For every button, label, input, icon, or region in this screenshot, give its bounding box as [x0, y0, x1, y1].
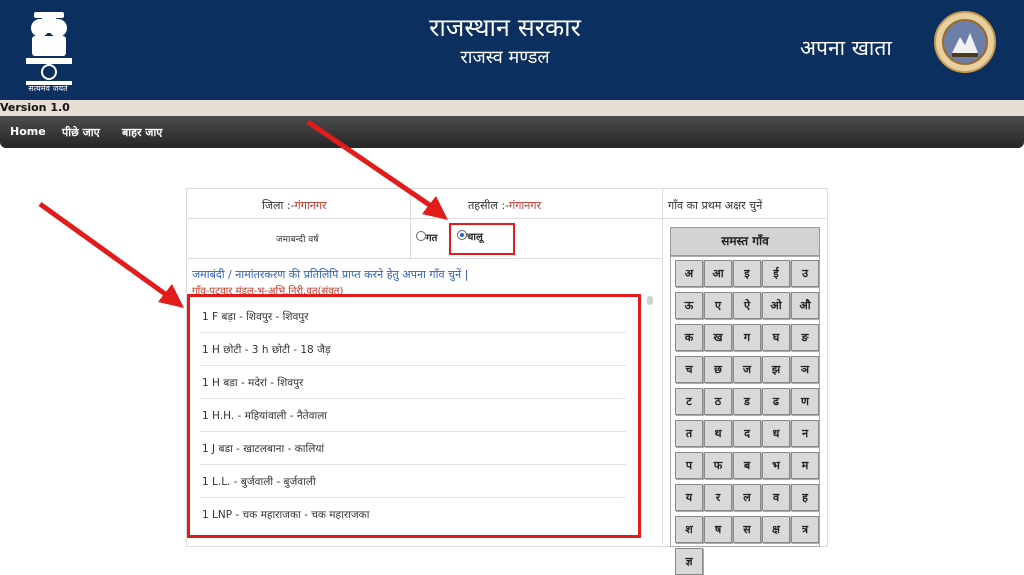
list-item[interactable]: 1 J बडा - खाटलबाना - कालियां	[202, 442, 618, 456]
app-name: अपना खाता	[800, 36, 892, 60]
radio-past-label: गत	[426, 233, 438, 244]
list-item[interactable]: 1 H बडा - मदेरां - शिवपुर	[202, 376, 618, 390]
list-item[interactable]: 1 LNP - चक महाराजका - चक महाराजका	[202, 508, 618, 522]
letter-button[interactable]: ग	[733, 324, 761, 351]
district-value: गंगानगर	[294, 199, 327, 212]
village-list[interactable]: 1 F बड़ा - शिवपुर - शिवपुर 1 H छोटी - 3 …	[187, 294, 641, 538]
letter-button[interactable]: छ	[704, 356, 732, 383]
divider	[200, 365, 626, 366]
letter-button[interactable]: ह	[791, 484, 819, 511]
page-subtitle: राजस्व मण्डल	[460, 47, 550, 68]
site-header: सत्यमेव जयते राजस्थान सरकार राजस्व मण्डल…	[0, 0, 1024, 100]
tehsil-value: गंगानगर	[509, 199, 542, 212]
tehsil-field: तहसील :-गंगानगर	[468, 198, 541, 213]
all-villages-button[interactable]: समस्त गाँव	[670, 227, 820, 256]
letter-button[interactable]: औ	[791, 292, 819, 319]
divider	[410, 188, 411, 258]
letter-button[interactable]: ऊ	[675, 292, 703, 319]
letter-button[interactable]: ट	[675, 388, 703, 415]
letter-button[interactable]: ब	[733, 452, 761, 479]
version-label: Version 1.0	[0, 101, 70, 114]
list-scrollbar[interactable]	[647, 296, 653, 305]
letter-button[interactable]: ठ	[704, 388, 732, 415]
letter-button[interactable]: ई	[762, 260, 790, 287]
letter-button[interactable]: प	[675, 452, 703, 479]
letter-button[interactable]: ष	[704, 516, 732, 543]
radio-current[interactable]	[457, 230, 467, 240]
divider	[662, 188, 663, 545]
divider	[200, 497, 626, 498]
letter-button[interactable]: ए	[704, 292, 732, 319]
nav-back[interactable]: पीछे जाए	[62, 125, 100, 140]
letter-button[interactable]: ण	[791, 388, 819, 415]
divider	[186, 218, 826, 219]
letter-button[interactable]: इ	[733, 260, 761, 287]
letter-button[interactable]: न	[791, 420, 819, 447]
letter-button[interactable]: भ	[762, 452, 790, 479]
letter-button[interactable]: ङ	[791, 324, 819, 351]
divider	[200, 332, 626, 333]
letter-button[interactable]: ञ	[791, 356, 819, 383]
letter-button[interactable]: ड	[733, 388, 761, 415]
letter-button[interactable]: क्ष	[762, 516, 790, 543]
tehsil-label: तहसील :-	[468, 199, 510, 212]
letter-button[interactable]: य	[675, 484, 703, 511]
version-bar: Version 1.0	[0, 100, 1024, 116]
district-field: जिला :-गंगानगर	[262, 198, 327, 213]
radio-current-label: चालू	[467, 232, 483, 243]
letter-button[interactable]: म	[791, 452, 819, 479]
letter-button[interactable]: फ	[704, 452, 732, 479]
letter-button[interactable]: त	[675, 420, 703, 447]
letter-button[interactable]: र	[704, 484, 732, 511]
letter-prompt: गाँव का प्रथम अक्षर चुनें	[668, 199, 763, 212]
list-item[interactable]: 1 H छोटी - 3 h छोटी - 18 जैड़	[202, 343, 618, 357]
letter-button[interactable]: अ	[675, 260, 703, 287]
divider	[200, 464, 626, 465]
letter-button[interactable]: ऐ	[733, 292, 761, 319]
letter-button[interactable]: घ	[762, 324, 790, 351]
letter-button[interactable]: व	[762, 484, 790, 511]
list-column-hint: गाँव-पटवार मंडल-भू-अभि.निरी.वृत(संवत)	[192, 286, 344, 294]
letter-button[interactable]: ध	[762, 420, 790, 447]
nav-home[interactable]: Home	[10, 125, 46, 138]
list-item[interactable]: 1 F बड़ा - शिवपुर - शिवपुर	[202, 310, 618, 324]
divider	[200, 398, 626, 399]
letter-button[interactable]: ज	[733, 356, 761, 383]
ashoka-emblem-icon	[26, 12, 72, 85]
board-seal-icon	[934, 11, 996, 73]
list-item[interactable]: 1 H.H. - महियांवाली - नैतेवाला	[202, 409, 618, 423]
letter-button[interactable]: क	[675, 324, 703, 351]
letter-button[interactable]: स	[733, 516, 761, 543]
arrow-icon	[38, 201, 184, 308]
letter-button[interactable]: झ	[762, 356, 790, 383]
radio-past[interactable]	[416, 231, 426, 241]
letter-button[interactable]: श	[675, 516, 703, 543]
letter-button[interactable]: द	[733, 420, 761, 447]
list-item[interactable]: 1 L.L. - बुर्जवाली - बुर्जवाली	[202, 475, 618, 489]
letter-button[interactable]: ल	[733, 484, 761, 511]
letter-grid: अआइईउ ऊएऐओऔ कखगघङ चछजझञ टठडढण तथदधन पफबभम यरलवह…	[670, 256, 820, 575]
letter-button[interactable]: ढ	[762, 388, 790, 415]
nav-exit[interactable]: बाहर जाए	[122, 125, 162, 140]
letter-button[interactable]: थ	[704, 420, 732, 447]
emblem-caption: सत्यमेव जयते	[28, 84, 68, 93]
letter-button[interactable]: ख	[704, 324, 732, 351]
page-title: राजस्थान सरकार	[429, 13, 581, 42]
letter-button[interactable]: ओ	[762, 292, 790, 319]
letter-button[interactable]: आ	[704, 260, 732, 287]
divider	[200, 431, 626, 432]
nav-bar: Home पीछे जाए बाहर जाए	[0, 116, 1024, 148]
district-label: जिला :-	[262, 199, 295, 212]
instruction-text: जमाबंदी / नामांतरकरण की प्रतिलिपि प्राप्…	[192, 268, 469, 281]
divider	[186, 258, 662, 259]
letter-button[interactable]: च	[675, 356, 703, 383]
year-label: जमाबन्दी वर्ष	[276, 235, 319, 245]
letter-button[interactable]: ज्ञ	[675, 548, 703, 575]
letter-button[interactable]: त्र	[791, 516, 819, 543]
letter-button[interactable]: उ	[791, 260, 819, 287]
